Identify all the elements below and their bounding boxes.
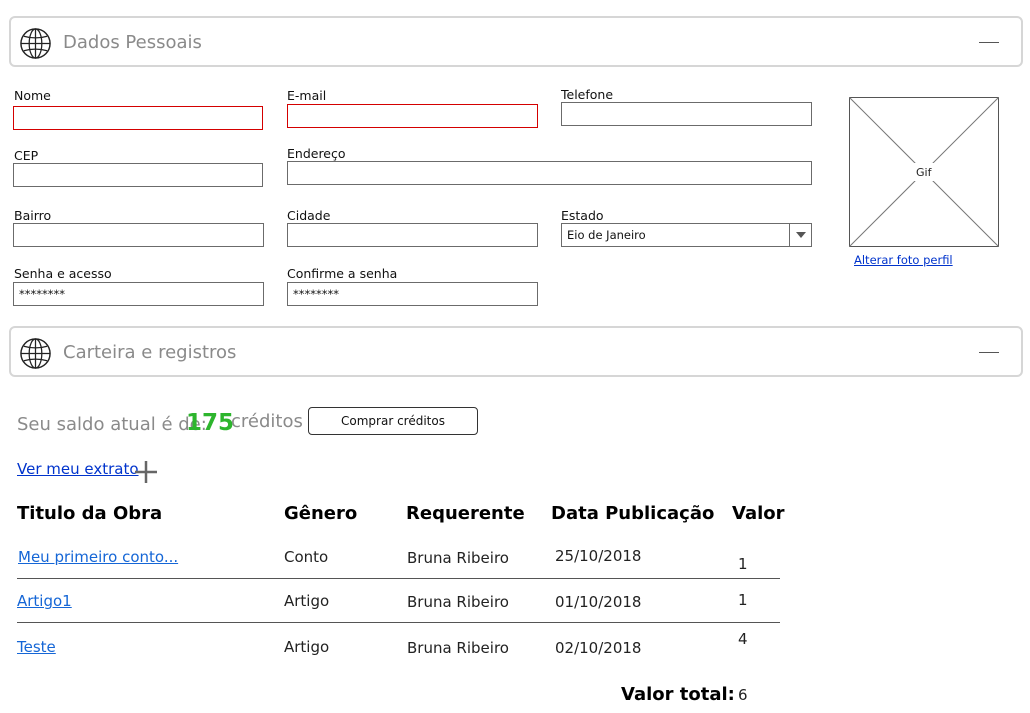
globe-icon (20, 28, 51, 59)
nome-label: Nome (14, 88, 51, 103)
total-value: 6 (738, 686, 748, 704)
bairro-field[interactable] (13, 223, 264, 247)
telefone-label: Telefone (561, 87, 614, 102)
senha-field[interactable]: ******** (13, 282, 264, 306)
table-cell-valor: 1 (738, 555, 748, 573)
telefone-field[interactable] (561, 102, 812, 126)
balance-value: 175 (186, 410, 235, 436)
email-field[interactable] (287, 104, 538, 128)
column-header-genero: Gênero (284, 503, 358, 524)
table-cell-data: 25/10/2018 (555, 547, 642, 565)
column-header-data: Data Publicação (551, 503, 715, 524)
section-header-carteira[interactable]: Carteira e registros (9, 326, 1023, 377)
confirme-senha-label: Confirme a senha (287, 266, 398, 281)
endereco-label: Endereço (287, 146, 346, 161)
row-divider (17, 578, 780, 579)
statement-link[interactable]: Ver meu extrato (17, 460, 139, 478)
section-title: Carteira e registros (63, 342, 237, 363)
nome-field[interactable] (13, 106, 263, 130)
total-label: Valor total: (621, 684, 735, 705)
table-cell-valor: 4 (738, 630, 748, 648)
table-cell-genero: Conto (284, 548, 329, 566)
profile-photo: Gif (848, 96, 1000, 248)
cep-field[interactable] (13, 163, 263, 187)
plus-icon[interactable] (133, 459, 159, 485)
email-label: E-mail (287, 88, 327, 103)
table-row-title-link[interactable]: Artigo1 (17, 592, 72, 610)
column-header-titulo: Titulo da Obra (17, 503, 163, 524)
column-header-requerente: Requerente (406, 503, 525, 524)
balance-unit: créditos (231, 411, 303, 432)
table-cell-data: 02/10/2018 (555, 639, 642, 657)
senha-label: Senha e acesso (14, 266, 112, 281)
buy-credits-button[interactable]: Comprar créditos (308, 407, 478, 435)
estado-selected-value: Eio de Janeiro (567, 228, 646, 242)
table-cell-data: 01/10/2018 (555, 593, 642, 611)
column-header-valor: Valor (732, 503, 785, 524)
minus-icon[interactable] (979, 352, 999, 353)
cidade-field[interactable] (287, 223, 538, 247)
cidade-label: Cidade (287, 208, 331, 223)
chevron-down-icon[interactable] (789, 224, 811, 246)
balance-prefix: Seu saldo atual é de: (17, 414, 207, 435)
confirme-senha-field[interactable]: ******** (287, 282, 538, 306)
table-cell-valor: 1 (738, 591, 748, 609)
photo-placeholder-text: Gif (916, 166, 932, 179)
table-cell-requerente: Bruna Ribeiro (407, 593, 509, 611)
row-divider (17, 622, 780, 623)
estado-label: Estado (561, 208, 604, 223)
section-title: Dados Pessoais (63, 32, 202, 53)
table-cell-requerente: Bruna Ribeiro (407, 639, 509, 657)
bairro-label: Bairro (14, 208, 52, 223)
change-photo-link[interactable]: Alterar foto perfil (854, 253, 953, 267)
endereco-field[interactable] (287, 161, 812, 185)
table-row-title-link[interactable]: Meu primeiro conto... (18, 548, 178, 566)
estado-select[interactable]: Eio de Janeiro (561, 223, 812, 247)
table-row-title-link[interactable]: Teste (17, 638, 56, 656)
cep-label: CEP (14, 148, 39, 163)
minus-icon[interactable] (979, 42, 999, 43)
table-cell-requerente: Bruna Ribeiro (407, 549, 509, 567)
section-header-dados-pessoais[interactable]: Dados Pessoais (9, 16, 1023, 67)
table-cell-genero: Artigo (284, 638, 330, 656)
globe-icon (20, 338, 51, 369)
table-cell-genero: Artigo (284, 592, 330, 610)
